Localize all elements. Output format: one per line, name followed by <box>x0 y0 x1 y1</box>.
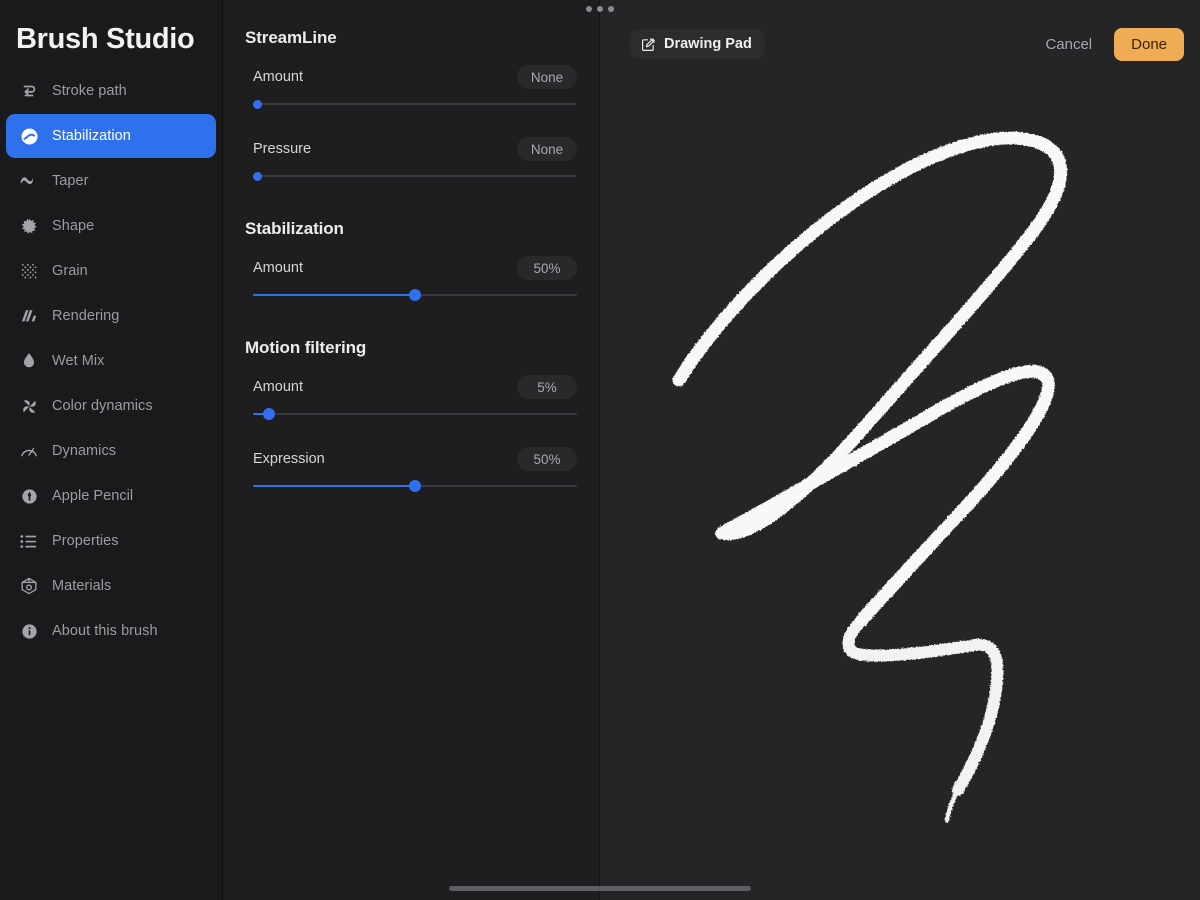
slider-track[interactable] <box>253 288 577 302</box>
slider-label: Expression <box>253 451 325 467</box>
slider-row: Expression 50% <box>245 446 577 493</box>
slider-fill <box>253 294 415 296</box>
sidebar-item-label: Properties <box>52 533 119 549</box>
taper-icon <box>14 169 44 193</box>
sidebar-item-grain[interactable]: Grain <box>6 249 216 293</box>
slider-value-pill[interactable]: None <box>517 137 577 161</box>
slider-label: Amount <box>253 379 303 395</box>
slider-header: Pressure None <box>245 136 577 162</box>
sidebar-item-label: About this brush <box>52 623 158 639</box>
slider-knob[interactable] <box>409 289 421 301</box>
sidebar-item-shape[interactable]: Shape <box>6 204 216 248</box>
slider-value-pill[interactable]: None <box>517 65 577 89</box>
section-title: StreamLine <box>245 28 337 47</box>
sidebar-item-label: Rendering <box>52 308 120 324</box>
sidebar-item-label: Apple Pencil <box>52 488 134 504</box>
shape-icon <box>14 214 44 238</box>
slider-value-pill[interactable]: 50% <box>517 447 577 471</box>
properties-icon <box>14 529 44 553</box>
slider-knob[interactable] <box>263 408 276 420</box>
slider-row: Amount 5% <box>245 374 577 421</box>
sidebar-item-stroke-path[interactable]: Stroke path <box>6 69 216 113</box>
slider-fill <box>253 485 415 487</box>
window-drag-handle[interactable] <box>0 6 1200 12</box>
slider-knob[interactable] <box>253 171 262 181</box>
sidebar-item-label: Shape <box>52 218 95 234</box>
info-icon <box>14 619 44 643</box>
slider-row: Pressure None <box>245 136 577 183</box>
slider-track[interactable] <box>253 169 577 183</box>
color-dynamics-icon <box>14 394 44 418</box>
sidebar-item-label: Grain <box>52 263 88 279</box>
sidebar-item-label: Dynamics <box>52 443 117 459</box>
slider-header: Amount 5% <box>245 374 577 400</box>
drag-dot <box>586 6 592 12</box>
slider-header: Amount 50% <box>245 255 577 281</box>
settings-section: Motion filtering Amount 5% Expression 50% <box>245 302 577 493</box>
sidebar-item-taper[interactable]: Taper <box>6 159 216 203</box>
sidebar-item-label: Taper <box>52 173 89 189</box>
slider-value-pill[interactable]: 50% <box>517 256 577 280</box>
slider-row: Amount None <box>245 64 577 111</box>
sidebar-item-label: Color dynamics <box>52 398 153 414</box>
home-indicator[interactable] <box>449 886 751 891</box>
sidebar-item-stabilization[interactable]: Stabilization <box>6 114 216 158</box>
sidebar-item-rendering[interactable]: Rendering <box>6 294 216 338</box>
slider-rail <box>253 175 577 177</box>
section-title: Stabilization <box>245 219 344 238</box>
settings-section: StreamLine Amount None Pressure None <box>245 0 577 183</box>
settings-sections: StreamLine Amount None Pressure None Stabiliz… <box>245 0 577 493</box>
slider-row: Amount 50% <box>245 255 577 302</box>
wet-mix-icon <box>14 349 44 373</box>
brush-studio-window: Brush Studio Stroke path Stabilization Tap… <box>0 0 1200 900</box>
slider-header: Amount None <box>245 64 577 90</box>
rendering-icon <box>14 304 44 328</box>
sidebar-item-label: Stabilization <box>52 128 131 144</box>
dynamics-icon <box>14 439 44 463</box>
sidebar-item-about-this-brush[interactable]: About this brush <box>6 609 216 653</box>
drag-dot <box>608 6 614 12</box>
brush-stroke-svg <box>672 131 1068 823</box>
slider-label: Pressure <box>253 141 312 157</box>
sidebar-item-color-dynamics[interactable]: Color dynamics <box>6 384 216 428</box>
sidebar-item-properties[interactable]: Properties <box>6 519 216 563</box>
slider-header: Expression 50% <box>245 446 577 472</box>
drawing-canvas[interactable]: Drawing Pad Cancel Done <box>600 0 1200 900</box>
grain-icon <box>14 259 44 283</box>
apple-pencil-icon <box>14 484 44 508</box>
drag-dot <box>597 6 603 12</box>
brush-stroke-preview <box>600 0 1200 900</box>
sidebar-item-label: Materials <box>52 578 112 594</box>
sidebar-item-wet-mix[interactable]: Wet Mix <box>6 339 216 383</box>
slider-rail <box>253 103 577 105</box>
slider-track[interactable] <box>253 97 577 111</box>
sidebar-item-dynamics[interactable]: Dynamics <box>6 429 216 473</box>
slider-value-pill[interactable]: 5% <box>517 375 577 399</box>
sidebar-item-label: Wet Mix <box>52 353 105 369</box>
slider-knob[interactable] <box>253 99 262 109</box>
slider-track[interactable] <box>253 407 577 421</box>
settings-section: Stabilization Amount 50% <box>245 183 577 302</box>
stroke-path-icon <box>14 79 44 103</box>
stabilization-icon <box>14 124 44 148</box>
slider-label: Amount <box>253 260 303 276</box>
materials-icon <box>14 574 44 598</box>
section-title: Motion filtering <box>245 338 367 357</box>
sidebar-item-label: Stroke path <box>52 83 127 99</box>
sidebar-item-apple-pencil[interactable]: Apple Pencil <box>6 474 216 518</box>
settings-panel: StreamLine Amount None Pressure None Stabiliz… <box>223 0 600 900</box>
slider-label: Amount <box>253 69 303 85</box>
slider-track[interactable] <box>253 479 577 493</box>
sidebar-item-materials[interactable]: Materials <box>6 564 216 608</box>
slider-rail <box>253 413 577 415</box>
sidebar-nav: Stroke path Stabilization Taper Shape Grain R… <box>0 69 222 653</box>
slider-knob[interactable] <box>409 480 421 492</box>
sidebar: Brush Studio Stroke path Stabilization Tap… <box>0 0 223 900</box>
